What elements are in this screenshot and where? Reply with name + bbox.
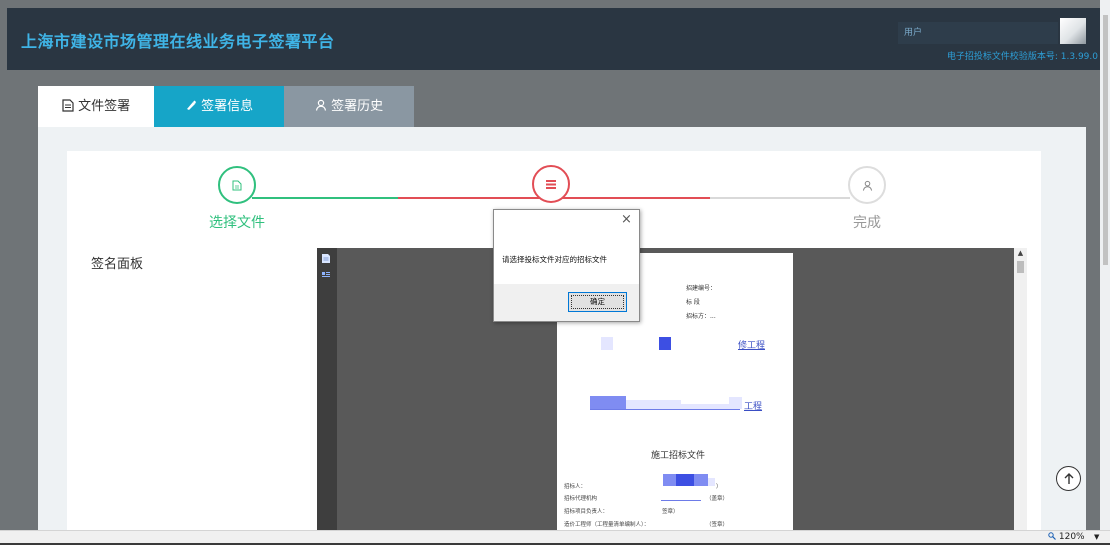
signature-panel-label: 签名面板: [91, 257, 144, 272]
step-sign: [532, 165, 570, 203]
doc-field-suffix: ）: [716, 484, 722, 490]
doc-meta-line: 标 段: [686, 299, 700, 306]
doc-project-name: 修工程: [738, 341, 766, 351]
viewer-scroll-thumb[interactable]: [1017, 261, 1024, 273]
dialog-message: 请选择投标文件对应的招标文件: [502, 255, 607, 264]
avatar[interactable]: [1060, 18, 1086, 44]
page-icon[interactable]: [321, 253, 332, 264]
pen-icon: [186, 100, 196, 110]
redacted-block: [676, 474, 694, 486]
step-line-pending: [710, 197, 850, 199]
zoom-icon: [1048, 532, 1056, 540]
scroll-up-icon[interactable]: ▲: [1014, 248, 1027, 258]
step-select-file-label: 选择文件: [209, 215, 265, 231]
user-icon: [862, 180, 872, 191]
doc-field: 招标人：: [564, 484, 587, 490]
redacted-block: [708, 478, 715, 486]
step-line-done: [252, 197, 398, 199]
doc-field: 招标项目负责人：: [564, 509, 609, 515]
zoom-value: 120%: [1058, 532, 1085, 542]
viewer-toolbar: [317, 248, 337, 545]
tab-sign-info[interactable]: 签署信息: [154, 86, 284, 127]
doc-field: 招标代理机构: [564, 496, 598, 502]
user-icon: [315, 99, 327, 111]
doc-underline: [661, 500, 701, 501]
app-title: 上海市建设市场管理在线业务电子签署平台: [21, 32, 335, 51]
step-finish-label: 完成: [853, 215, 881, 231]
tab-file-sign-label: 文件签署: [78, 99, 131, 114]
list-icon: [546, 179, 556, 189]
file-icon: [232, 180, 242, 190]
doc-underline: [590, 409, 740, 410]
redacted-block: [659, 337, 671, 350]
user-name[interactable]: 用户: [898, 22, 1058, 44]
doc-heading: 施工招标文件: [651, 451, 706, 461]
doc-field-suffix: （签章）: [706, 522, 729, 528]
document-icon: [62, 99, 74, 112]
tab-file-sign[interactable]: 文件签署: [38, 86, 154, 127]
redacted-block: [729, 397, 742, 409]
step-select-file: [218, 166, 256, 204]
version-label: 电子招投标文件校验版本号: 1.3.99.0: [946, 52, 1098, 62]
doc-field-suffix: （盖章）: [706, 496, 729, 502]
tab-sign-history[interactable]: 签署历史: [284, 86, 414, 127]
redacted-block: [601, 337, 613, 350]
back-to-top-button[interactable]: [1056, 466, 1081, 491]
tab-sign-info-label: 签署信息: [201, 99, 254, 114]
doc-meta-line: 招标方：...: [686, 313, 716, 320]
step-finish: [848, 166, 886, 204]
window-scrollbar-thumb[interactable]: [1103, 15, 1108, 265]
close-icon[interactable]: ×: [621, 213, 632, 227]
doc-project-name: 工程: [744, 402, 763, 412]
redacted-block: [590, 396, 626, 409]
arrow-up-icon: [1064, 473, 1073, 484]
doc-meta-line: 招建编号：: [686, 285, 717, 292]
tab-sign-history-label: 签署历史: [331, 99, 384, 114]
doc-field-suffix: 签章）: [662, 509, 679, 515]
ok-button[interactable]: 确定: [568, 292, 627, 312]
doc-field: 造价工程师（工程量清单编制人）：: [564, 522, 650, 528]
redacted-block: [626, 400, 681, 409]
thumbnail-icon[interactable]: [321, 270, 332, 281]
viewer-scrollbar[interactable]: [1014, 248, 1027, 545]
